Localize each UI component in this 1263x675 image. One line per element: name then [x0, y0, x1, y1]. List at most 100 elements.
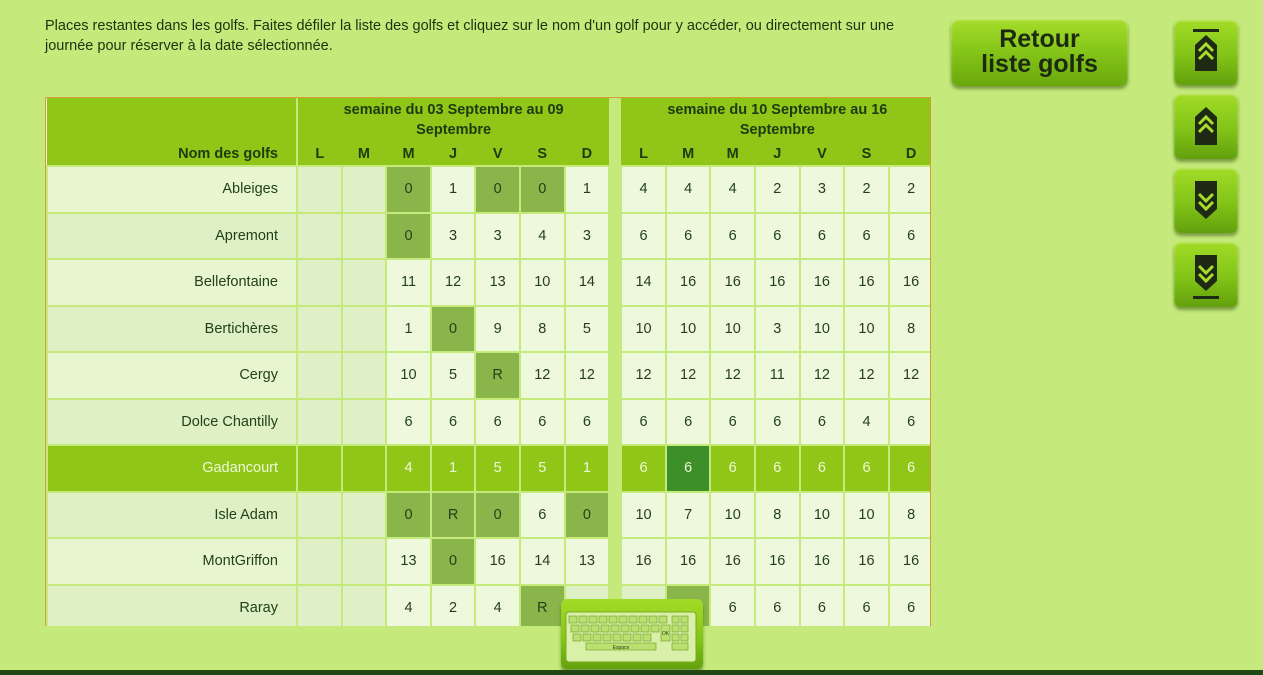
day-cell[interactable]: 0 [385, 165, 432, 214]
day-cell[interactable]: 8 [887, 490, 930, 539]
day-cell[interactable]: 16 [798, 258, 846, 307]
page-down-button[interactable] [1174, 167, 1238, 233]
day-cell[interactable]: 16 [843, 537, 890, 586]
back-to-golf-list-button[interactable]: Retour liste golfs [951, 18, 1128, 86]
golf-name[interactable]: MontGriffon [46, 537, 298, 586]
day-cell[interactable]: 5 [429, 351, 477, 400]
day-cell[interactable]: 6 [798, 211, 846, 260]
day-cell[interactable]: 6 [518, 490, 566, 539]
day-cell[interactable]: 0 [518, 165, 566, 214]
day-cell[interactable]: 5 [563, 304, 611, 353]
day-cell[interactable]: 16 [843, 258, 890, 307]
day-cell[interactable]: 5 [518, 444, 566, 493]
day-cell[interactable]: 6 [798, 397, 846, 446]
day-cell[interactable]: 3 [563, 211, 611, 260]
day-cell[interactable]: 12 [429, 258, 477, 307]
day-cell[interactable]: 4 [620, 165, 667, 214]
day-cell[interactable]: 10 [798, 490, 846, 539]
golf-name[interactable]: Raray [46, 583, 298, 626]
day-cell[interactable]: R [518, 583, 566, 626]
day-cell[interactable]: 6 [474, 397, 521, 446]
day-cell[interactable]: 6 [754, 211, 801, 260]
day-cell[interactable]: 10 [620, 490, 667, 539]
day-cell[interactable]: 6 [664, 444, 712, 493]
day-cell[interactable]: 10 [664, 304, 712, 353]
day-cell[interactable]: 6 [754, 444, 801, 493]
day-cell[interactable]: 6 [798, 444, 846, 493]
golf-name[interactable]: Cergy [46, 351, 298, 400]
virtual-keyboard-button[interactable]: Espace OK [561, 599, 703, 669]
day-cell[interactable]: 16 [620, 537, 667, 586]
day-cell[interactable]: R [474, 351, 521, 400]
golf-name[interactable]: Bellefontaine [46, 258, 298, 307]
day-cell[interactable]: 11 [385, 258, 432, 307]
day-cell[interactable]: 6 [843, 444, 890, 493]
day-cell[interactable]: 9 [474, 304, 521, 353]
day-cell[interactable]: 1 [429, 165, 477, 214]
day-cell[interactable]: 0 [563, 490, 611, 539]
day-cell[interactable]: 1 [563, 165, 611, 214]
day-cell[interactable]: 6 [664, 211, 712, 260]
day-cell[interactable]: 16 [664, 258, 712, 307]
day-cell[interactable]: 16 [754, 537, 801, 586]
day-cell[interactable]: 6 [887, 211, 930, 260]
day-cell[interactable]: 0 [429, 304, 477, 353]
day-cell[interactable]: 16 [887, 258, 930, 307]
day-cell[interactable]: 6 [843, 583, 890, 626]
day-cell[interactable]: 6 [429, 397, 477, 446]
day-cell[interactable]: 1 [429, 444, 477, 493]
day-cell[interactable]: 6 [798, 583, 846, 626]
day-cell[interactable]: 6 [620, 397, 667, 446]
day-cell[interactable]: 6 [754, 583, 801, 626]
day-cell[interactable]: 10 [843, 490, 890, 539]
day-cell[interactable]: R [429, 490, 477, 539]
day-cell[interactable]: 16 [887, 537, 930, 586]
day-cell[interactable]: 3 [798, 165, 846, 214]
day-cell[interactable]: 12 [887, 351, 930, 400]
day-cell[interactable]: 10 [385, 351, 432, 400]
golf-name[interactable]: Apremont [46, 211, 298, 260]
day-cell[interactable]: 2 [754, 165, 801, 214]
day-cell[interactable]: 0 [474, 165, 521, 214]
day-cell[interactable]: 16 [798, 537, 846, 586]
page-up-button[interactable] [1174, 93, 1238, 159]
day-cell[interactable]: 12 [518, 351, 566, 400]
day-cell[interactable]: 11 [754, 351, 801, 400]
day-cell[interactable]: 13 [474, 258, 521, 307]
day-cell[interactable]: 6 [887, 583, 930, 626]
day-cell[interactable]: 3 [429, 211, 477, 260]
day-cell[interactable]: 14 [620, 258, 667, 307]
day-cell[interactable]: 16 [664, 537, 712, 586]
golf-name[interactable]: Ableiges [46, 165, 298, 214]
day-cell[interactable]: 12 [709, 351, 757, 400]
day-cell[interactable]: 6 [843, 211, 890, 260]
day-cell[interactable]: 4 [709, 165, 757, 214]
day-cell[interactable]: 14 [563, 258, 611, 307]
day-cell[interactable]: 4 [385, 583, 432, 626]
day-cell[interactable]: 12 [563, 351, 611, 400]
day-cell[interactable]: 6 [709, 583, 757, 626]
golf-name[interactable]: Gadancourt [46, 444, 298, 493]
day-cell[interactable]: 12 [843, 351, 890, 400]
day-cell[interactable]: 6 [709, 444, 757, 493]
day-cell[interactable]: 6 [620, 444, 667, 493]
golf-name[interactable]: Dolce Chantilly [46, 397, 298, 446]
day-cell[interactable]: 10 [709, 490, 757, 539]
day-cell[interactable]: 12 [620, 351, 667, 400]
golf-name[interactable]: Isle Adam [46, 490, 298, 539]
day-cell[interactable]: 6 [709, 211, 757, 260]
day-cell[interactable]: 5 [474, 444, 521, 493]
day-cell[interactable]: 6 [385, 397, 432, 446]
day-cell[interactable]: 2 [843, 165, 890, 214]
day-cell[interactable]: 4 [385, 444, 432, 493]
day-cell[interactable]: 6 [709, 397, 757, 446]
day-cell[interactable]: 6 [754, 397, 801, 446]
scroll-top-button[interactable] [1174, 19, 1238, 85]
day-cell[interactable]: 6 [887, 397, 930, 446]
day-cell[interactable]: 4 [518, 211, 566, 260]
scroll-bottom-button[interactable] [1174, 241, 1238, 307]
day-cell[interactable]: 16 [709, 258, 757, 307]
day-cell[interactable]: 6 [518, 397, 566, 446]
golf-name[interactable]: Bertichères [46, 304, 298, 353]
day-cell[interactable]: 10 [843, 304, 890, 353]
